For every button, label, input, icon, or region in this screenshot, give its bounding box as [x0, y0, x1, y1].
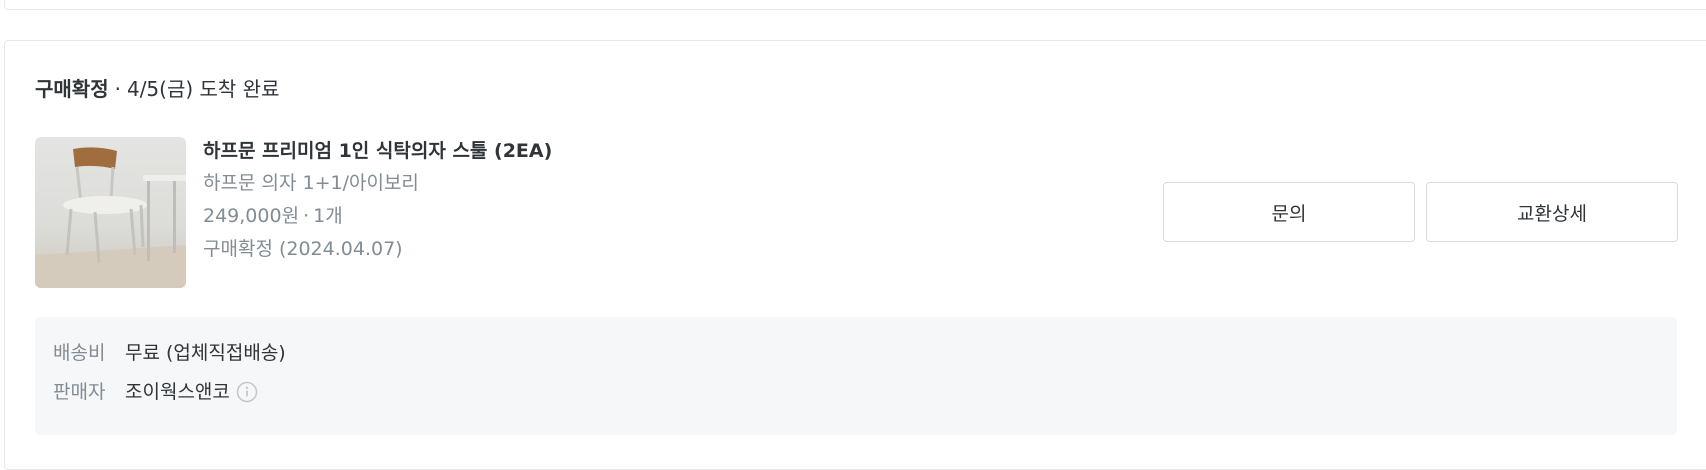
purchase-confirm-status: 구매확정 (2024.04.07)	[203, 238, 403, 260]
product-price: 249,000원	[203, 205, 300, 227]
shipping-fee-row: 배송비 무료 (업체직접배송)	[53, 339, 286, 367]
seller-name: 조이웍스앤코	[125, 381, 230, 403]
product-price-quantity: 249,000원 · 1개	[203, 200, 552, 233]
shipping-fee-label: 배송비	[53, 342, 106, 364]
product-image[interactable]	[35, 137, 186, 288]
seller-label: 판매자	[53, 381, 106, 403]
previous-order-card	[4, 0, 1706, 10]
inquiry-button[interactable]: 문의	[1163, 182, 1415, 242]
info-circle-icon[interactable]	[236, 381, 258, 403]
exchange-detail-button[interactable]: 교환상세	[1426, 182, 1678, 242]
product-info: 하프문 프리미엄 1인 식탁의자 스툴 (2EA) 하프문 의자 1+1/아이보…	[203, 137, 552, 266]
chair-product-image	[35, 147, 186, 288]
product-title[interactable]: 하프문 프리미엄 1인 식탁의자 스툴 (2EA)	[203, 137, 552, 165]
product-quantity: 1개	[313, 205, 343, 227]
arrival-text: 4/5(금) 도착 완료	[126, 77, 280, 101]
order-status-line: 구매확정 · 4/5(금) 도착 완료	[35, 75, 279, 103]
delivery-info-box: 배송비 무료 (업체직접배송) 판매자 조이웍스앤코	[35, 317, 1677, 435]
price-quantity-separator: ·	[303, 205, 310, 227]
order-status-label: 구매확정	[35, 77, 109, 101]
status-separator: ·	[114, 77, 121, 101]
seller-row: 판매자 조이웍스앤코	[53, 378, 258, 406]
product-option: 하프문 의자 1+1/아이보리	[203, 172, 419, 194]
shipping-fee-value: 무료 (업체직접배송)	[125, 342, 286, 364]
order-card: 구매확정 · 4/5(금) 도착 완료 하프문 프리미엄 1인 식탁의자 스툴 (2…	[4, 40, 1706, 470]
